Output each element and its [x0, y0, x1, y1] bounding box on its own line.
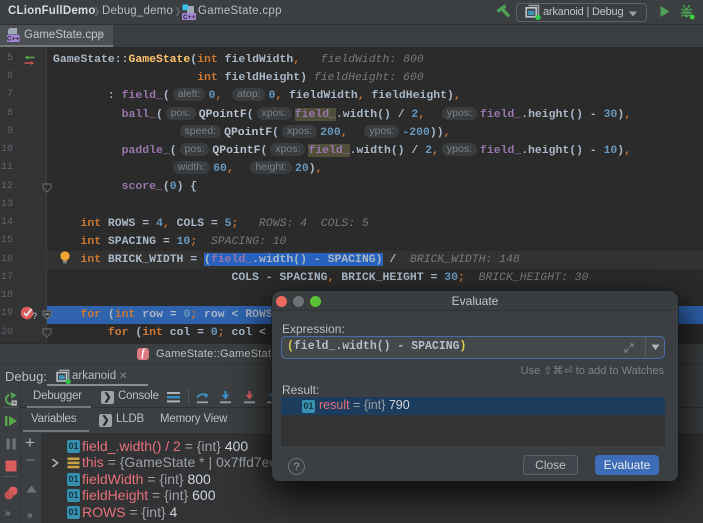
svg-text:C++: C++: [7, 36, 19, 43]
svg-text:?: ?: [32, 311, 37, 321]
svg-text:C++: C++: [183, 14, 195, 20]
